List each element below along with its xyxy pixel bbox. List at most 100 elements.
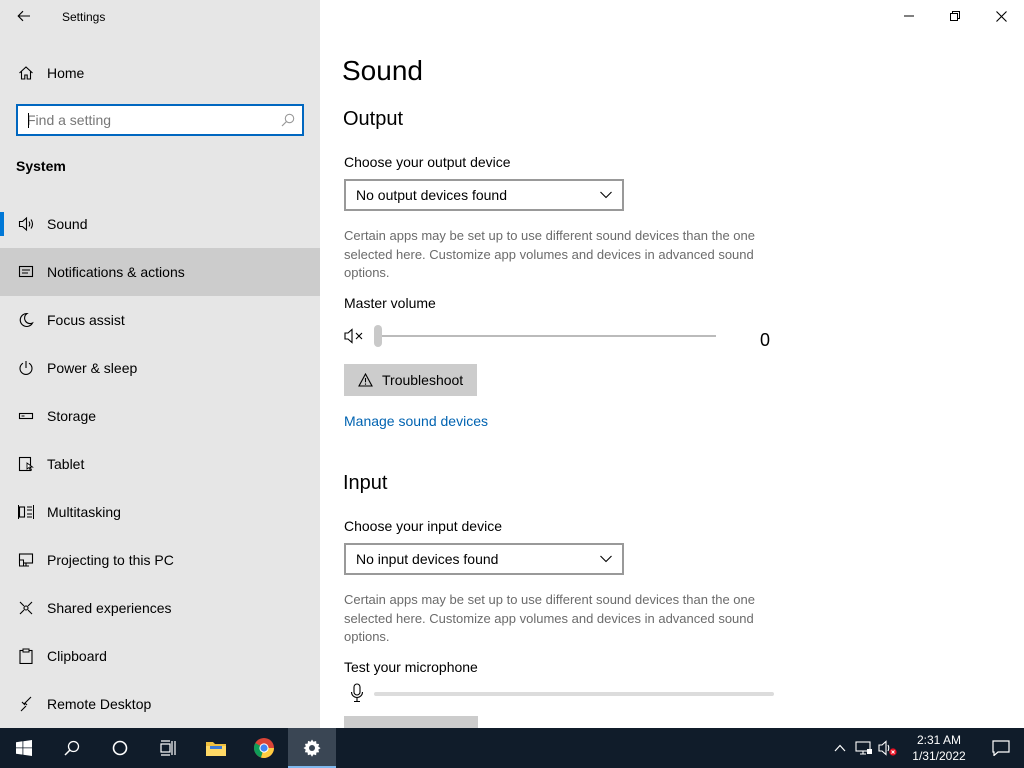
search-icon[interactable] xyxy=(274,113,302,127)
sidebar-item-label: Tablet xyxy=(47,456,85,472)
moon-icon xyxy=(0,312,47,328)
master-volume-row xyxy=(344,322,784,352)
app-title: Settings xyxy=(62,10,106,24)
projecting-icon xyxy=(0,552,47,568)
page-title: Sound xyxy=(342,55,423,86)
microphone-level-row xyxy=(350,682,790,706)
sidebar-item-label: Sound xyxy=(47,216,88,232)
storage-icon xyxy=(0,408,47,424)
folder-icon xyxy=(206,742,226,756)
sidebar-item-label: Clipboard xyxy=(47,648,107,664)
sidebar-item-label: Power & sleep xyxy=(47,360,138,376)
volume-slider-thumb[interactable] xyxy=(374,325,382,347)
section-header-system: System xyxy=(16,158,66,174)
start-button[interactable] xyxy=(0,728,48,768)
cortana-button[interactable] xyxy=(96,728,144,768)
back-arrow-icon xyxy=(17,10,30,22)
gear-icon xyxy=(303,739,321,757)
chrome-icon xyxy=(253,738,274,758)
search-box[interactable] xyxy=(16,104,304,136)
volume-value: 0 xyxy=(760,330,771,350)
troubleshoot-label: Troubleshoot xyxy=(382,372,464,388)
sidebar-item-focus-assist[interactable]: Focus assist xyxy=(0,296,320,344)
back-button[interactable] xyxy=(10,4,38,28)
search-input[interactable] xyxy=(18,106,274,134)
close-icon xyxy=(995,10,1007,22)
window-controls xyxy=(886,0,1024,32)
master-volume-label: Master volume xyxy=(344,295,436,311)
sidebar-item-label: Projecting to this PC xyxy=(47,552,174,568)
shared-experiences-icon xyxy=(0,600,47,616)
system-tray: 2:31 AM 1/31/2022 xyxy=(828,728,1024,768)
output-device-label: Choose your output device xyxy=(344,154,511,170)
chevron-up-icon xyxy=(834,744,846,752)
sidebar: Settings Home System Sound Notifications… xyxy=(0,0,320,728)
cortana-icon xyxy=(112,740,128,756)
notification-icon xyxy=(0,264,47,280)
network-icon xyxy=(855,741,872,755)
sidebar-item-storage[interactable]: Storage xyxy=(0,392,320,440)
input-description: Certain apps may be set up to use differ… xyxy=(344,592,755,644)
clipboard-icon xyxy=(0,648,47,664)
taskbar: 2:31 AM 1/31/2022 xyxy=(0,728,1024,768)
sidebar-item-sound[interactable]: Sound xyxy=(0,200,320,248)
input-device-label: Choose your input device xyxy=(344,518,502,534)
task-view-button[interactable] xyxy=(144,728,192,768)
sidebar-item-label: Focus assist xyxy=(47,312,125,328)
sidebar-item-shared-experiences[interactable]: Shared experiences xyxy=(0,584,320,632)
speaker-icon xyxy=(0,216,47,232)
sidebar-item-clipboard[interactable]: Clipboard xyxy=(0,632,320,680)
clock[interactable]: 2:31 AM 1/31/2022 xyxy=(900,732,978,764)
task-view-icon xyxy=(160,740,176,756)
main-content: Sound Output Choose your output device N… xyxy=(320,0,1024,728)
action-center-button[interactable] xyxy=(978,728,1024,768)
microphone-icon xyxy=(350,683,364,703)
partial-button[interactable] xyxy=(344,716,478,728)
input-device-value: No input devices found xyxy=(356,551,499,567)
network-tray-button[interactable] xyxy=(852,728,876,768)
windows-logo-icon xyxy=(16,740,32,756)
settings-taskbar-button[interactable] xyxy=(288,728,336,768)
selection-indicator xyxy=(0,212,4,236)
search-taskbar-button[interactable] xyxy=(48,728,96,768)
sidebar-item-label: Remote Desktop xyxy=(47,696,152,712)
sidebar-item-label: Notifications & actions xyxy=(47,264,185,280)
chevron-down-icon xyxy=(600,555,612,563)
action-center-icon xyxy=(992,740,1010,756)
output-device-dropdown[interactable]: No output devices found xyxy=(344,179,624,211)
volume-tray-button[interactable] xyxy=(876,728,900,768)
sidebar-item-label: Storage xyxy=(47,408,97,424)
sidebar-item-projecting[interactable]: Projecting to this PC xyxy=(0,536,320,584)
minimize-button[interactable] xyxy=(886,0,932,32)
troubleshoot-button[interactable]: Troubleshoot xyxy=(344,364,478,396)
input-device-dropdown[interactable]: No input devices found xyxy=(344,543,624,575)
chevron-down-icon xyxy=(600,191,612,199)
sidebar-item-label: Multitasking xyxy=(47,504,121,520)
home-icon xyxy=(0,65,47,81)
manage-sound-devices-link[interactable]: Manage sound devices xyxy=(344,413,488,429)
text-cursor xyxy=(28,113,29,128)
output-device-value: No output devices found xyxy=(356,187,507,203)
clock-date: 1/31/2022 xyxy=(912,749,966,763)
file-explorer-button[interactable] xyxy=(192,728,240,768)
show-hidden-icons-button[interactable] xyxy=(828,728,852,768)
home-label: Home xyxy=(47,65,85,81)
home-nav-item[interactable]: Home xyxy=(0,52,320,94)
search-icon xyxy=(64,740,80,756)
volume-slider-track[interactable] xyxy=(378,335,716,337)
restore-button[interactable] xyxy=(932,0,978,32)
sidebar-item-remote-desktop[interactable]: Remote Desktop xyxy=(0,680,320,728)
warning-icon xyxy=(358,373,373,387)
sidebar-item-tablet[interactable]: Tablet xyxy=(0,440,320,488)
sidebar-item-power-sleep[interactable]: Power & sleep xyxy=(0,344,320,392)
close-button[interactable] xyxy=(978,0,1024,32)
remote-desktop-icon xyxy=(0,696,47,712)
sidebar-item-notifications[interactable]: Notifications & actions xyxy=(0,248,320,296)
input-heading: Input xyxy=(343,472,388,494)
speaker-muted-icon[interactable] xyxy=(344,328,364,344)
clock-time: 2:31 AM xyxy=(916,733,962,747)
chrome-button[interactable] xyxy=(240,728,288,768)
sidebar-item-label: Shared experiences xyxy=(47,600,172,616)
sidebar-item-multitasking[interactable]: Multitasking xyxy=(0,488,320,536)
minimize-icon xyxy=(904,15,914,17)
